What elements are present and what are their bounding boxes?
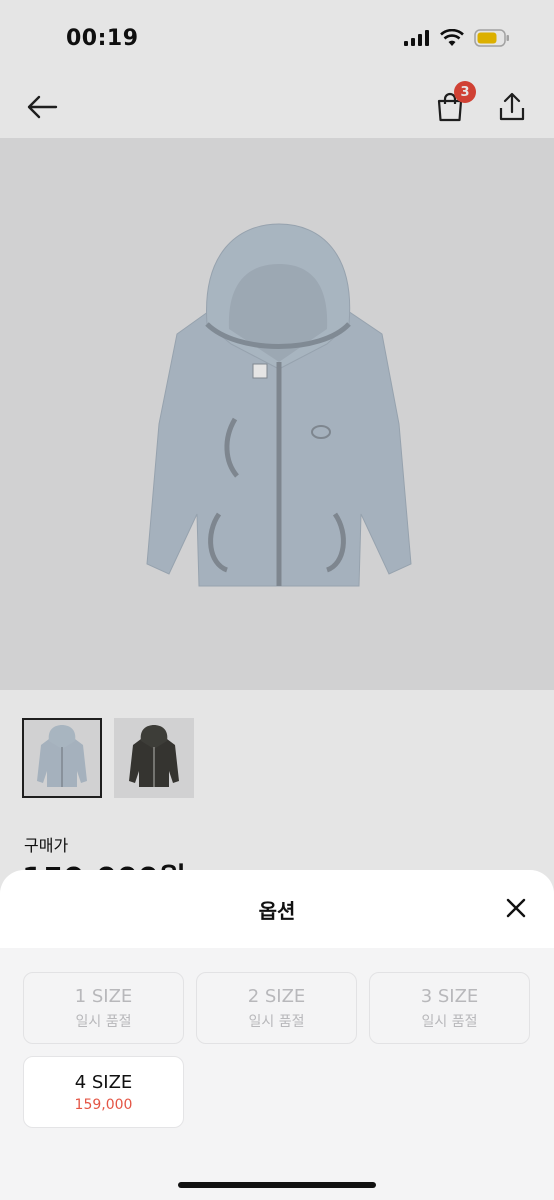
- option-name: 3 SIZE: [420, 985, 479, 1007]
- close-icon: [506, 898, 526, 918]
- option-1-size[interactable]: 1 SIZE 일시 품절: [23, 972, 184, 1044]
- option-status: 일시 품절: [421, 1013, 478, 1030]
- option-4-size[interactable]: 4 SIZE 159,000: [23, 1056, 184, 1128]
- option-price: 159,000: [74, 1096, 133, 1113]
- close-button[interactable]: [504, 896, 528, 920]
- option-status: 일시 품절: [248, 1013, 305, 1030]
- option-sheet: 옵션 1 SIZE 일시 품절 2 SIZE 일시 품절 3 SIZE 일시 품…: [0, 870, 554, 1200]
- option-name: 4 SIZE: [74, 1071, 133, 1093]
- option-name: 2 SIZE: [247, 985, 306, 1007]
- sheet-title: 옵션: [258, 898, 296, 923]
- size-options: 1 SIZE 일시 품절 2 SIZE 일시 품절 3 SIZE 일시 품절 4…: [23, 972, 531, 1128]
- option-status: 일시 품절: [75, 1013, 132, 1030]
- option-2-size[interactable]: 2 SIZE 일시 품절: [196, 972, 357, 1044]
- option-name: 1 SIZE: [74, 985, 133, 1007]
- home-indicator: [178, 1182, 376, 1188]
- sheet-header: 옵션: [0, 870, 554, 948]
- option-3-size[interactable]: 3 SIZE 일시 품절: [369, 972, 530, 1044]
